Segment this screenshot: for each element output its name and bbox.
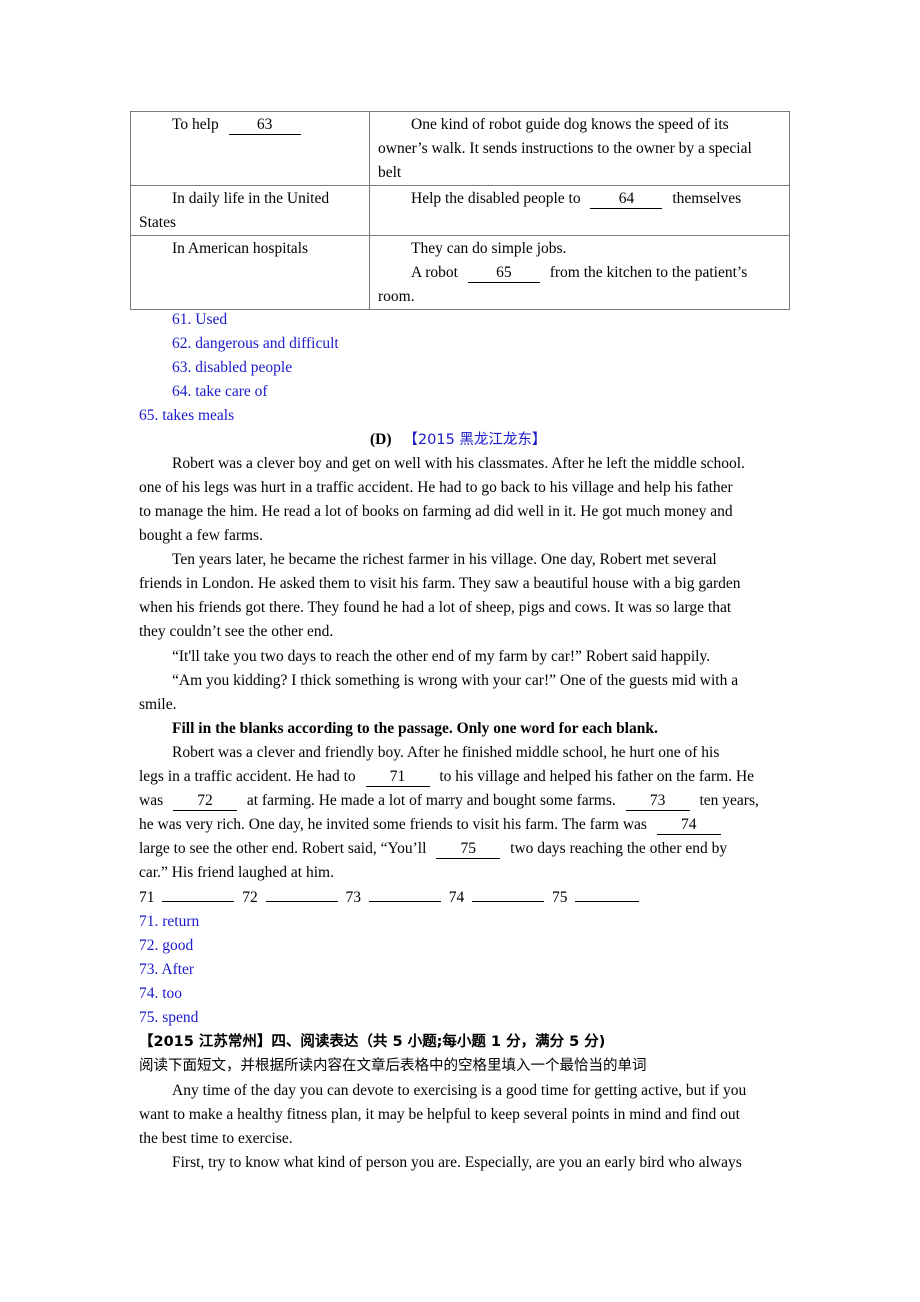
answer-74: 74. too bbox=[139, 985, 183, 1002]
summary-line: car.” His friend laughed at him. bbox=[139, 864, 334, 881]
cell-text: One kind of robot guide dog knows the sp… bbox=[411, 116, 729, 133]
summary-line: was 72 at farming. He made a lot of marr… bbox=[139, 789, 789, 813]
passage-line: Robert was a clever boy and get on well … bbox=[172, 455, 745, 472]
answer-blank[interactable] bbox=[472, 901, 545, 902]
blank-73: 73 bbox=[625, 792, 690, 811]
cell-text: Help the disabled people to bbox=[411, 190, 581, 207]
summary-text: he was very rich. One day, he invited so… bbox=[139, 816, 647, 833]
passage-line: bought a few farms. bbox=[139, 527, 263, 544]
cell-text: States bbox=[139, 214, 177, 231]
blank-label: 73 bbox=[345, 889, 362, 906]
table-row: In American hospitals They can do simple… bbox=[130, 235, 790, 310]
next-section-heading: 【2015 江苏常州】四、阅读表达（共 5 小题;每小题 1 分，满分 5 分) bbox=[139, 1034, 606, 1050]
document-page: To help 63 One kind of robot guide dog k… bbox=[0, 0, 920, 1302]
table-cell: One kind of robot guide dog knows the sp… bbox=[369, 111, 790, 186]
cell-text: owner’s walk. It sends instructions to t… bbox=[378, 140, 752, 157]
summary-text: two days reaching the other end by bbox=[510, 840, 728, 857]
passage-line: to manage the him. He read a lot of book… bbox=[139, 503, 733, 520]
paragraph-line: Any time of the day you can devote to ex… bbox=[172, 1082, 747, 1099]
section-label: (D) bbox=[370, 431, 392, 448]
summary-text: to his village and helped his father on … bbox=[439, 768, 755, 785]
cell-text: To help bbox=[172, 116, 219, 133]
answer-63: 63. disabled people bbox=[172, 359, 293, 376]
blank-65: 65 bbox=[467, 264, 540, 283]
blank-label: 72 bbox=[242, 889, 258, 906]
answer-blank[interactable] bbox=[368, 901, 441, 902]
answer-blank[interactable] bbox=[265, 901, 338, 902]
blank-63: 63 bbox=[228, 116, 301, 135]
summary-text: large to see the other end. Robert said,… bbox=[139, 840, 427, 857]
cell-text: They can do simple jobs. bbox=[411, 240, 567, 257]
summary-text: legs in a traffic accident. He had to bbox=[139, 768, 356, 785]
summary-text: at farming. He made a lot of marry and b… bbox=[246, 792, 616, 809]
passage-line: when his friends got there. They found h… bbox=[139, 599, 732, 616]
summary-line: Robert was a clever and friendly boy. Af… bbox=[172, 744, 720, 761]
answer-73: 73. After bbox=[139, 961, 195, 978]
cell-text: A robot bbox=[411, 264, 458, 281]
passage-line: Ten years later, he became the richest f… bbox=[172, 551, 717, 568]
summary-text: ten years, bbox=[699, 792, 759, 809]
instruction: Fill in the blanks according to the pass… bbox=[172, 720, 658, 737]
table-cell: Help the disabled people to 64 themselve… bbox=[369, 185, 790, 236]
blank-label: 75 bbox=[552, 889, 568, 906]
answer-64: 64. take care of bbox=[172, 383, 268, 400]
answer-62: 62. dangerous and difficult bbox=[172, 335, 339, 352]
table-row: To help 63 One kind of robot guide dog k… bbox=[130, 111, 790, 186]
answer-65: 65. takes meals bbox=[139, 407, 235, 424]
passage-line: friends in London. He asked them to visi… bbox=[139, 575, 741, 592]
summary-text: was bbox=[139, 792, 164, 809]
answer-blank[interactable] bbox=[575, 901, 640, 902]
answer-72: 72. good bbox=[139, 937, 194, 954]
table-cell: In daily life in the United States bbox=[130, 185, 370, 236]
blank-72: 72 bbox=[172, 792, 237, 811]
cell-text: themselves bbox=[672, 190, 742, 207]
answer-75: 75. spend bbox=[139, 1009, 199, 1026]
answer-61: 61. Used bbox=[172, 311, 228, 328]
next-section-direction: 阅读下面短文，并根据所读内容在文章后表格中的空格里填入一个最恰当的单词 bbox=[139, 1058, 647, 1074]
paragraph-line: First, try to know what kind of person y… bbox=[172, 1154, 742, 1171]
blank-label: 71 bbox=[139, 889, 155, 906]
cell-text: room. bbox=[378, 288, 415, 305]
cell-text: In daily life in the United bbox=[172, 190, 330, 207]
answer-71: 71. return bbox=[139, 913, 200, 930]
table-cell: To help 63 bbox=[130, 111, 370, 186]
table-cell: In American hospitals bbox=[130, 235, 370, 310]
passage-line: they couldn’t see the other end. bbox=[139, 623, 334, 640]
blank-64: 64 bbox=[590, 190, 663, 209]
cell-text: belt bbox=[378, 164, 402, 181]
blank-75: 75 bbox=[436, 840, 501, 859]
answer-blanks-row: 71 72 73 74 75 bbox=[139, 886, 789, 910]
paragraph-line: the best time to exercise. bbox=[139, 1130, 293, 1147]
cell-text: from the kitchen to the patient’s bbox=[549, 264, 748, 281]
blank-74: 74 bbox=[656, 816, 721, 835]
cell-text: In American hospitals bbox=[172, 240, 309, 257]
summary-line: large to see the other end. Robert said,… bbox=[139, 837, 789, 861]
answer-blank[interactable] bbox=[162, 901, 235, 902]
paragraph-line: want to make a healthy fitness plan, it … bbox=[139, 1106, 740, 1123]
passage-line: smile. bbox=[139, 696, 177, 713]
summary-line: he was very rich. One day, he invited so… bbox=[139, 813, 789, 837]
blank-label: 74 bbox=[448, 889, 465, 906]
passage-line: one of his legs was hurt in a traffic ac… bbox=[139, 479, 733, 496]
passage-line: “It'll take you two days to reach the ot… bbox=[172, 648, 711, 665]
table-cell: They can do simple jobs. A robot 65 from… bbox=[369, 235, 790, 310]
passage-line: “Am you kidding? I thick something is wr… bbox=[172, 672, 739, 689]
blank-71: 71 bbox=[365, 768, 430, 787]
summary-line: legs in a traffic accident. He had to 71… bbox=[139, 765, 789, 789]
robot-use-table: To help 63 One kind of robot guide dog k… bbox=[130, 111, 790, 310]
section-d-heading: (D) 【2015 黑龙江龙东】 bbox=[370, 428, 546, 452]
table-row: In daily life in the United States Help … bbox=[130, 185, 790, 236]
section-source: 【2015 黑龙江龙东】 bbox=[403, 432, 547, 448]
